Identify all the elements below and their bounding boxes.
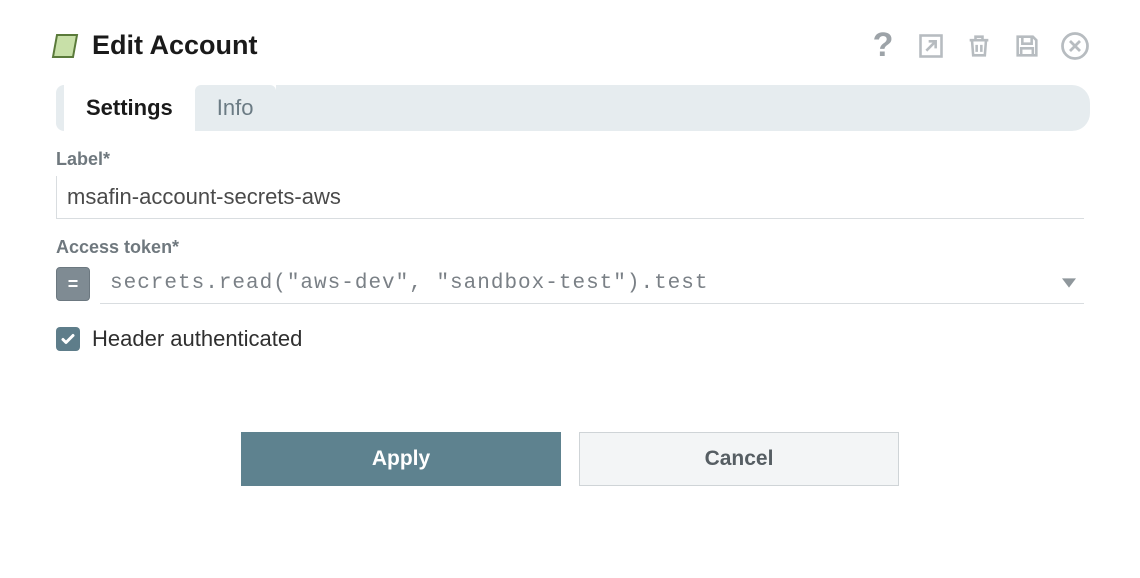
form-content: Label* Access token* = Header authentica… [50,149,1090,486]
account-icon [50,31,80,61]
header-auth-checkbox[interactable] [56,327,80,351]
chevron-down-icon[interactable] [1062,275,1076,293]
access-token-input[interactable] [100,264,1084,304]
toolbar: ? [868,31,1090,61]
cancel-button[interactable]: Cancel [579,432,899,486]
tab-settings[interactable]: Settings [64,85,195,131]
apply-button[interactable]: Apply [241,432,561,486]
access-token-input-wrap [100,264,1084,304]
tabs: Settings Info [50,85,1090,131]
dialog-title: Edit Account [92,30,258,61]
title-group: Edit Account [50,30,258,61]
access-token-row: = [56,264,1084,304]
export-icon[interactable] [916,31,946,61]
save-icon[interactable] [1012,31,1042,61]
header-auth-row: Header authenticated [56,326,1084,352]
access-token-field: Access token* = [56,237,1084,304]
close-icon[interactable] [1060,31,1090,61]
trash-icon[interactable] [964,31,994,61]
header-auth-label: Header authenticated [92,326,302,352]
tab-info[interactable]: Info [195,85,276,131]
label-field-label: Label* [56,149,1084,170]
dialog-header: Edit Account ? [50,30,1090,61]
access-token-label: Access token* [56,237,1084,258]
label-input[interactable] [56,176,1084,219]
tab-filler [276,85,1091,131]
tab-lead [56,85,64,131]
button-row: Apply Cancel [56,432,1084,486]
label-field: Label* [56,149,1084,219]
help-icon[interactable]: ? [868,31,898,61]
expression-toggle-button[interactable]: = [56,267,90,301]
